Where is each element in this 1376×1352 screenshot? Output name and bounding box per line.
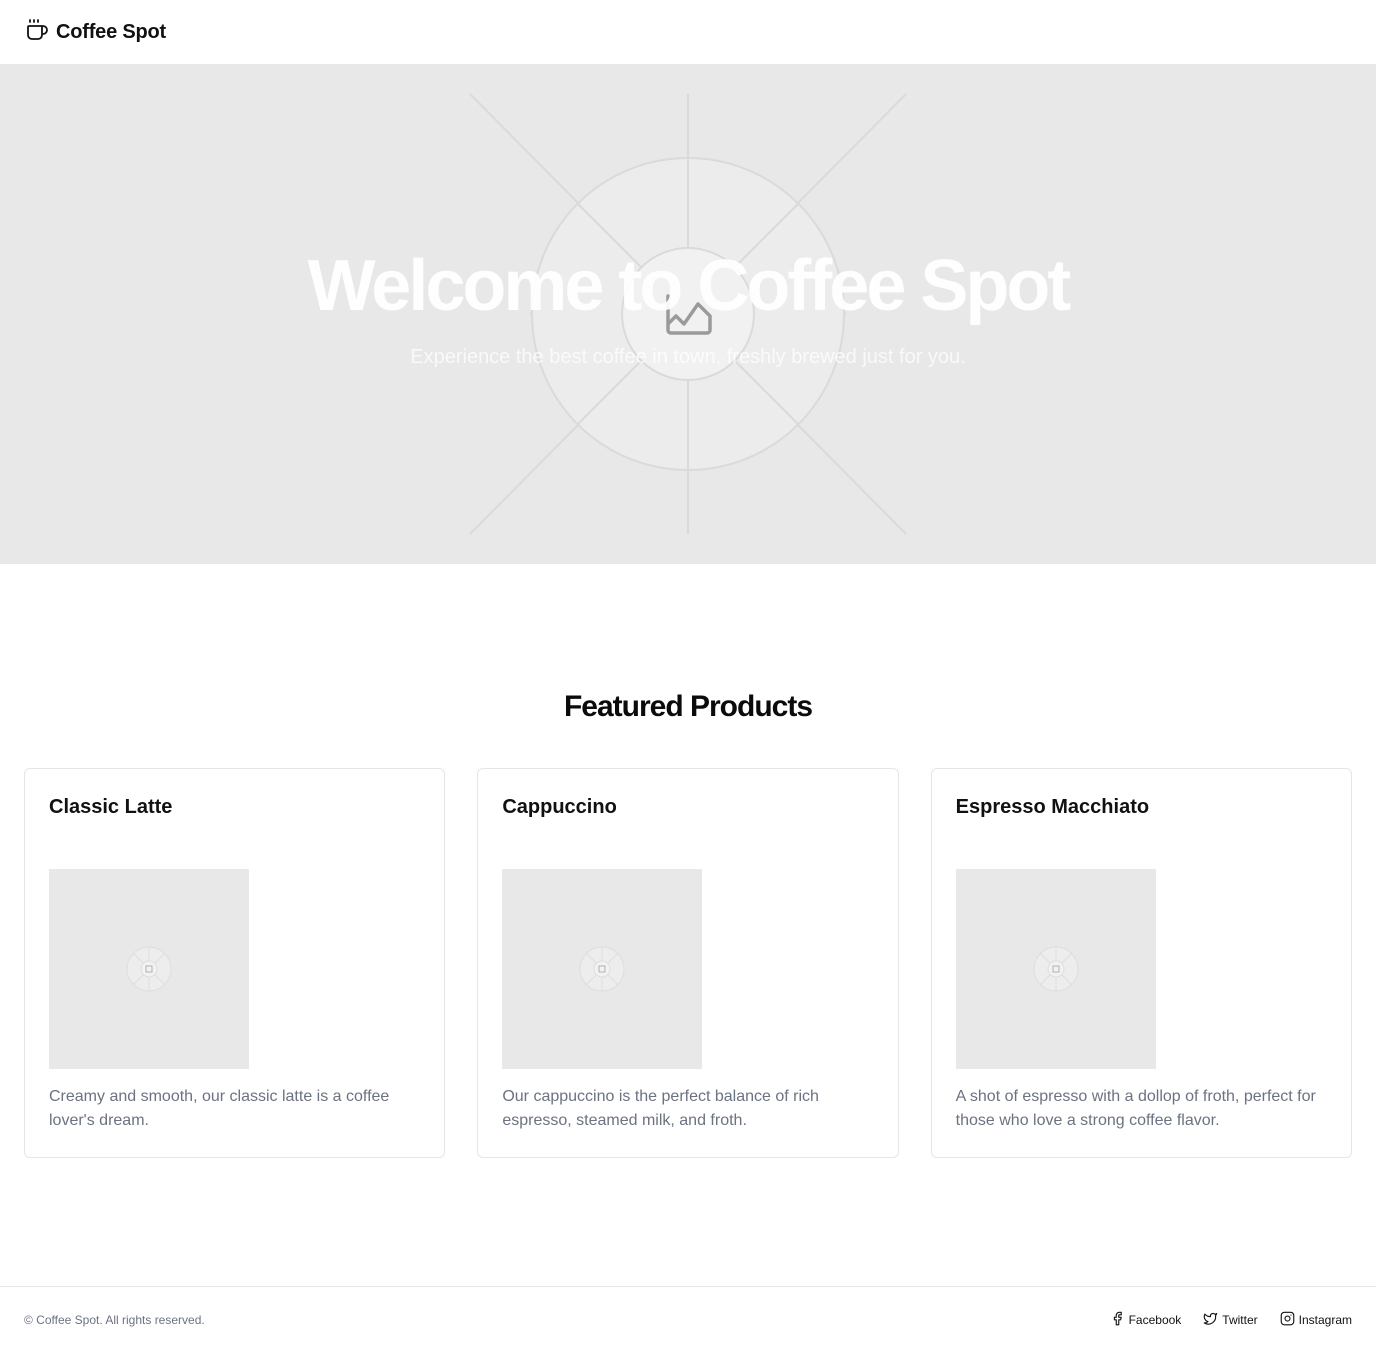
hero-title: Welcome to Coffee Spot: [307, 246, 1072, 326]
instagram-label: Instagram: [1298, 1312, 1352, 1327]
twitter-link[interactable]: Twitter: [1203, 1311, 1258, 1329]
product-image: [502, 869, 703, 1069]
facebook-label: Facebook: [1128, 1312, 1182, 1327]
site-footer: © Coffee Spot. All rights reserved. Face…: [0, 1286, 1376, 1352]
product-name: Classic Latte: [49, 796, 173, 818]
instagram-link[interactable]: Instagram: [1280, 1311, 1352, 1329]
product-name: Espresso Macchiato: [955, 796, 1150, 818]
featured-products-title: Featured Products: [563, 690, 813, 723]
twitter-label: Twitter: [1222, 1312, 1258, 1327]
brand-name: Coffee Spot: [56, 20, 167, 43]
product-description: A shot of espresso with a dollop of frot…: [955, 1088, 1316, 1129]
facebook-icon: [1110, 1311, 1125, 1329]
product-card[interactable]: Cappuccino Our cappuccino is the perfect…: [477, 768, 899, 1158]
product-description: Creamy and smooth, our classic latte is …: [49, 1088, 390, 1129]
product-card[interactable]: Classic Latte Creamy and smooth, our cla…: [24, 768, 446, 1158]
brand-link[interactable]: Coffee Spot: [24, 18, 166, 47]
product-description: Our cappuccino is the perfect balance of…: [502, 1088, 819, 1129]
twitter-icon: [1203, 1311, 1218, 1329]
hero-subtitle: Experience the best coffee in town, fres…: [410, 346, 966, 368]
product-card[interactable]: Espresso Macchiato A shot of espresso wi…: [930, 768, 1352, 1158]
image-placeholder-icon: [1033, 946, 1079, 992]
copyright-text: © Coffee Spot. All rights reserved.: [24, 1312, 205, 1327]
product-image: [955, 869, 1156, 1069]
image-placeholder-icon: [579, 946, 625, 992]
product-cards: Classic Latte Creamy and smooth, our cla…: [24, 768, 1352, 1158]
image-placeholder-icon: [126, 946, 172, 992]
instagram-icon: [1280, 1311, 1295, 1329]
product-image: [49, 869, 249, 1069]
social-links: Facebook Twitter Instagram: [1110, 1311, 1352, 1329]
hero-section: Welcome to Coffee Spot Experience the be…: [0, 64, 1376, 564]
site-header: Coffee Spot: [0, 0, 1376, 64]
product-name: Cappuccino: [502, 796, 617, 818]
facebook-link[interactable]: Facebook: [1110, 1311, 1182, 1329]
coffee-cup-icon: [24, 18, 48, 47]
